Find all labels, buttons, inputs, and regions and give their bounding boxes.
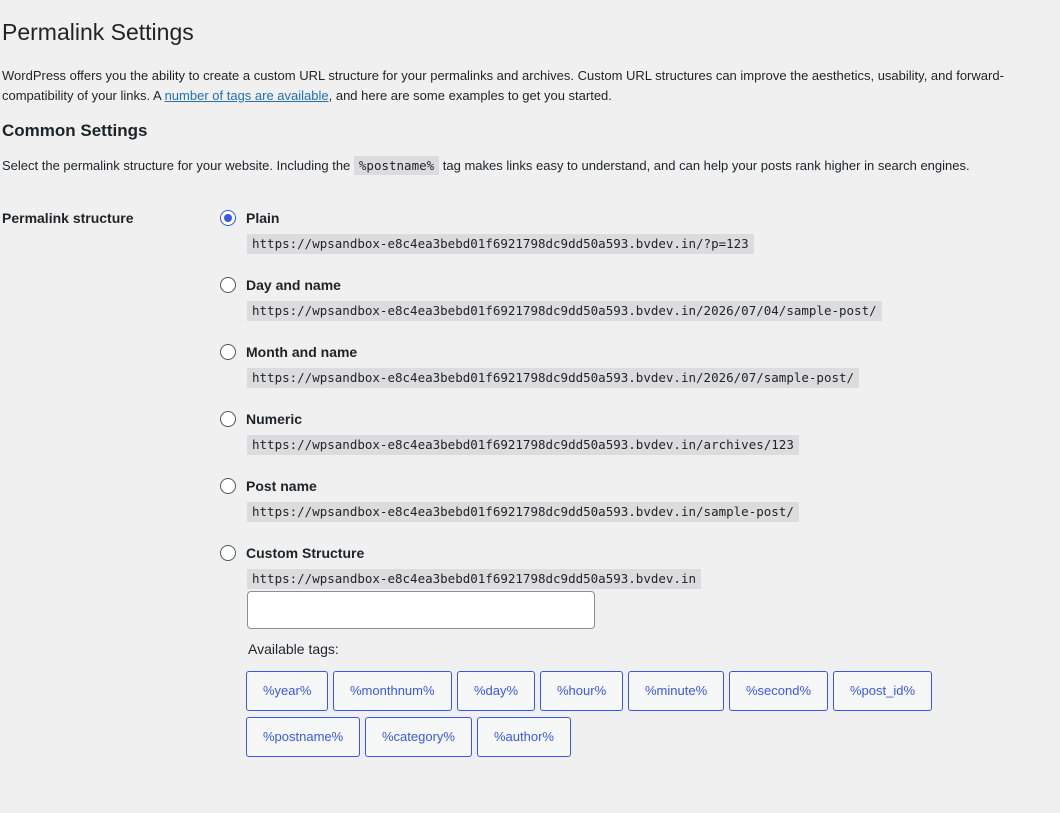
intro-text: WordPress offers you the ability to crea… bbox=[2, 66, 1042, 105]
url-example-custom-structure: https://wpsandbox-e8c4ea3bebd01f6921798d… bbox=[247, 569, 702, 589]
option-label-day-and-name[interactable]: Day and name bbox=[246, 277, 341, 293]
tag-button-monthnum[interactable]: %monthnum% bbox=[333, 671, 452, 711]
radio-day-and-name[interactable] bbox=[220, 277, 236, 293]
url-code-plain: https://wpsandbox-e8c4ea3bebd01f6921798d… bbox=[247, 234, 754, 254]
url-code-post-name: https://wpsandbox-e8c4ea3bebd01f6921798d… bbox=[247, 502, 799, 522]
common-text-after: tag makes links easy to understand, and … bbox=[439, 158, 970, 173]
option-label-custom-structure[interactable]: Custom Structure bbox=[246, 545, 364, 561]
url-example-month-and-name: https://wpsandbox-e8c4ea3bebd01f6921798d… bbox=[247, 368, 860, 388]
radio-custom-structure[interactable] bbox=[220, 545, 236, 561]
option-label-plain[interactable]: Plain bbox=[246, 210, 279, 226]
url-example-plain: https://wpsandbox-e8c4ea3bebd01f6921798d… bbox=[247, 234, 754, 254]
url-example-day-and-name: https://wpsandbox-e8c4ea3bebd01f6921798d… bbox=[247, 301, 882, 321]
option-label-post-name[interactable]: Post name bbox=[246, 478, 317, 494]
tag-button-minute[interactable]: %minute% bbox=[628, 671, 725, 711]
url-code-custom-structure: https://wpsandbox-e8c4ea3bebd01f6921798d… bbox=[247, 569, 702, 589]
tag-button-hour[interactable]: %hour% bbox=[540, 671, 624, 711]
radio-plain[interactable] bbox=[220, 210, 236, 226]
url-example-post-name: https://wpsandbox-e8c4ea3bebd01f6921798d… bbox=[247, 502, 799, 522]
tag-button-year[interactable]: %year% bbox=[246, 671, 329, 711]
intro-text-after: , and here are some examples to get you … bbox=[328, 87, 612, 103]
permalink-structure-label: Permalink structure bbox=[2, 210, 134, 226]
radio-post-name[interactable] bbox=[220, 478, 236, 494]
postname-code: %postname% bbox=[353, 156, 440, 175]
page-title: Permalink Settings bbox=[2, 19, 194, 45]
radio-month-and-name[interactable] bbox=[220, 344, 236, 360]
common-settings-heading: Common Settings bbox=[2, 121, 148, 140]
url-example-numeric: https://wpsandbox-e8c4ea3bebd01f6921798d… bbox=[247, 435, 799, 455]
url-code-day-and-name: https://wpsandbox-e8c4ea3bebd01f6921798d… bbox=[247, 301, 882, 321]
option-label-month-and-name[interactable]: Month and name bbox=[246, 344, 357, 360]
tag-button-postname[interactable]: %postname% bbox=[246, 717, 361, 757]
tags-available-link[interactable]: number of tags are available bbox=[165, 88, 329, 103]
tag-button-author[interactable]: %author% bbox=[477, 717, 571, 757]
url-code-month-and-name: https://wpsandbox-e8c4ea3bebd01f6921798d… bbox=[247, 368, 860, 388]
radio-numeric[interactable] bbox=[220, 411, 236, 427]
tag-button-post-id[interactable]: %post_id% bbox=[833, 671, 933, 711]
tag-button-second[interactable]: %second% bbox=[729, 671, 829, 711]
tag-button-day[interactable]: %day% bbox=[457, 671, 536, 711]
custom-structure-input[interactable] bbox=[247, 591, 595, 629]
available-tags-label: Available tags: bbox=[248, 641, 339, 657]
common-text-before: Select the permalink structure for your … bbox=[2, 158, 354, 173]
option-label-numeric[interactable]: Numeric bbox=[246, 411, 302, 427]
url-code-numeric: https://wpsandbox-e8c4ea3bebd01f6921798d… bbox=[247, 435, 799, 455]
tag-button-category[interactable]: %category% bbox=[365, 717, 472, 757]
common-settings-description: Select the permalink structure for your … bbox=[2, 156, 970, 176]
